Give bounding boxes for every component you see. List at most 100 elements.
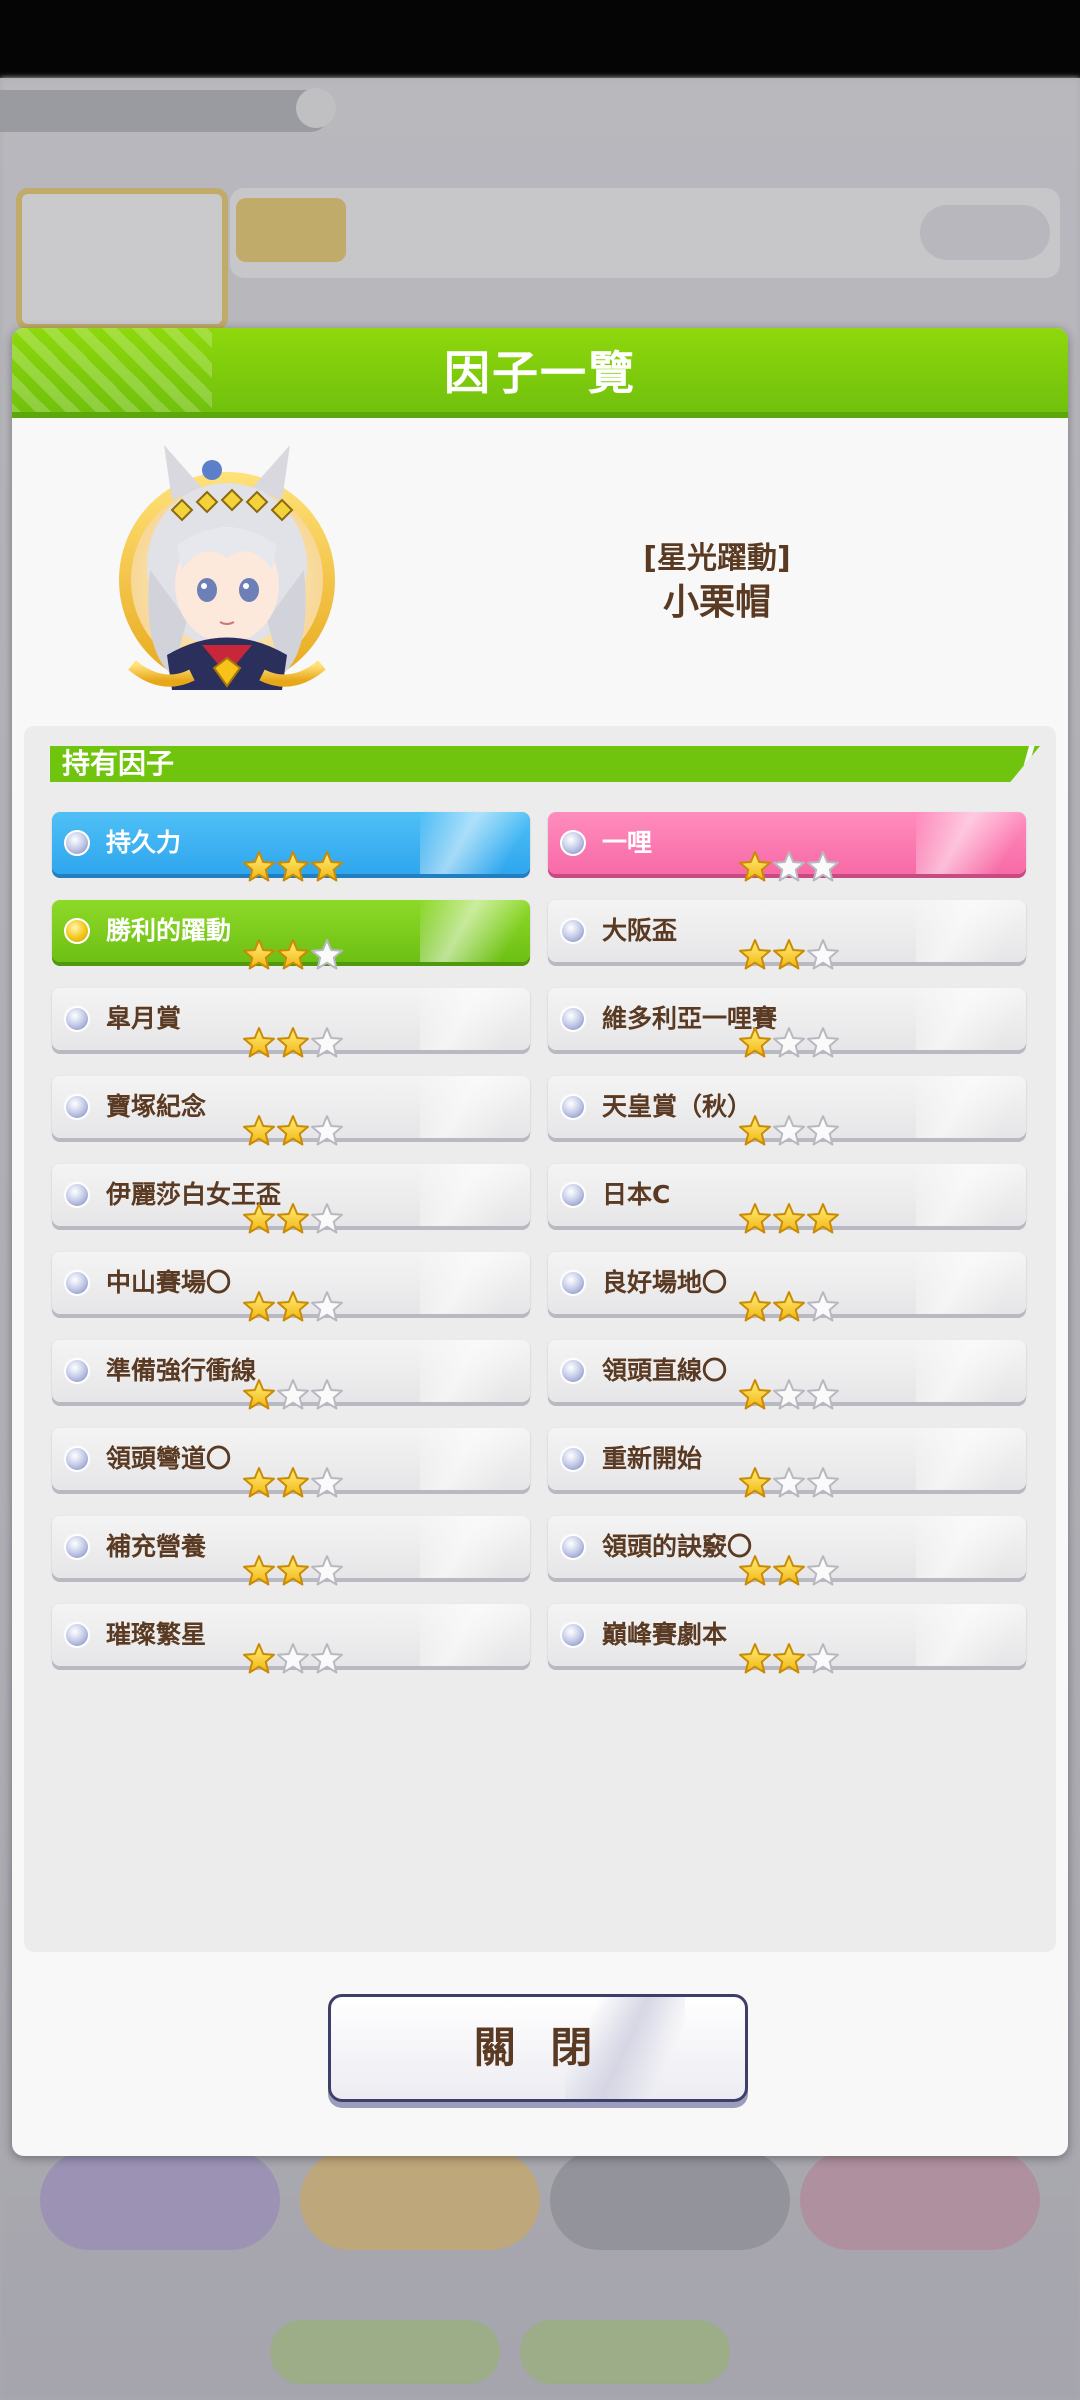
factor-label: 皐月賞 (106, 1004, 182, 1033)
factor-card[interactable]: 皐月賞 (52, 988, 530, 1058)
card-shine (420, 900, 530, 962)
star-filled-icon (738, 850, 772, 884)
character-name: 小栗帽 (662, 582, 771, 623)
star-empty-icon (772, 1466, 806, 1500)
star-filled-icon (242, 1114, 276, 1148)
factor-card[interactable]: 璀璨繁星 (52, 1604, 530, 1674)
close-button-label: 關 閉 (473, 2023, 603, 2072)
star-filled-icon (738, 1290, 772, 1324)
star-filled-icon (276, 1026, 310, 1060)
factor-list-dialog: 因子一覽 [星光躍動] 小栗帽 持有因子 持久力 一哩 勝利的躍動 大阪盃 皐月… (12, 328, 1068, 2156)
factor-card[interactable]: 準備強行衝線 (52, 1340, 530, 1410)
factor-card[interactable]: 中山賽場〇 (52, 1252, 530, 1322)
factor-card[interactable]: 補充營養 (52, 1516, 530, 1586)
star-filled-icon (242, 1378, 276, 1412)
star-filled-icon (276, 1466, 310, 1500)
star-filled-icon (310, 850, 344, 884)
factor-label: 勝利的躍動 (106, 916, 232, 945)
star-empty-icon (772, 1026, 806, 1060)
factor-dot-icon (64, 1622, 90, 1648)
star-empty-icon (806, 1026, 840, 1060)
star-empty-icon (310, 1378, 344, 1412)
star-empty-icon (310, 1466, 344, 1500)
star-rating (242, 1026, 344, 1060)
star-filled-icon (242, 1554, 276, 1588)
star-rating (738, 1026, 840, 1060)
factor-label: 巔峰賽劇本 (602, 1620, 728, 1649)
star-rating (242, 1466, 344, 1500)
star-rating (242, 1114, 344, 1148)
factor-dot-icon (560, 830, 586, 856)
factor-label: 天皇賞（秋） (602, 1092, 753, 1121)
card-shine (420, 1428, 530, 1490)
star-empty-icon (772, 850, 806, 884)
factor-label: 準備強行衝線 (106, 1356, 257, 1385)
factor-label: 大阪盃 (602, 916, 678, 945)
star-filled-icon (242, 1026, 276, 1060)
factor-card[interactable]: 領頭的訣竅〇 (548, 1516, 1026, 1586)
factor-label: 寶塚紀念 (106, 1092, 207, 1121)
close-button[interactable]: 關 閉 (328, 1994, 748, 2102)
star-filled-icon (242, 1290, 276, 1324)
card-shine (916, 1076, 1026, 1138)
star-empty-icon (806, 1114, 840, 1148)
factor-dot-icon (64, 1006, 90, 1032)
card-shine (916, 1340, 1026, 1402)
factor-label: 良好場地〇 (602, 1268, 728, 1297)
status-bar (0, 0, 1080, 78)
star-empty-icon (310, 1290, 344, 1324)
factor-dot-icon (560, 1622, 586, 1648)
factor-label: 一哩 (602, 828, 653, 857)
factor-card[interactable]: 良好場地〇 (548, 1252, 1026, 1322)
star-empty-icon (806, 1378, 840, 1412)
star-rating (242, 1554, 344, 1588)
factor-card[interactable]: 日本C (548, 1164, 1026, 1234)
card-shine (420, 812, 530, 874)
star-filled-icon (738, 1642, 772, 1676)
factor-dot-icon (560, 1534, 586, 1560)
star-rating (242, 850, 344, 884)
star-filled-icon (242, 938, 276, 972)
factor-card[interactable]: 天皇賞（秋） (548, 1076, 1026, 1146)
card-shine (420, 988, 530, 1050)
star-filled-icon (242, 1642, 276, 1676)
factor-card[interactable]: 領頭彎道〇 (52, 1428, 530, 1498)
factor-card[interactable]: 重新開始 (548, 1428, 1026, 1498)
factor-card[interactable]: 一哩 (548, 812, 1026, 882)
star-filled-icon (772, 1290, 806, 1324)
card-shine (916, 900, 1026, 962)
factor-card[interactable]: 維多利亞一哩賽 (548, 988, 1026, 1058)
star-rating (242, 1202, 344, 1236)
card-shine (420, 1164, 530, 1226)
factor-card[interactable]: 寶塚紀念 (52, 1076, 530, 1146)
factor-card[interactable]: 領頭直線〇 (548, 1340, 1026, 1410)
star-filled-icon (772, 1642, 806, 1676)
factor-card[interactable]: 巔峰賽劇本 (548, 1604, 1026, 1674)
star-filled-icon (738, 1114, 772, 1148)
star-empty-icon (310, 1114, 344, 1148)
star-filled-icon (738, 1466, 772, 1500)
dialog-title: 因子一覽 (444, 346, 636, 400)
star-empty-icon (806, 1466, 840, 1500)
factor-card[interactable]: 持久力 (52, 812, 530, 882)
star-empty-icon (806, 1290, 840, 1324)
card-shine (916, 1252, 1026, 1314)
star-rating (738, 850, 840, 884)
star-filled-icon (738, 1554, 772, 1588)
star-rating (738, 1378, 840, 1412)
factor-dot-icon (64, 1270, 90, 1296)
factor-card[interactable]: 伊麗莎白女王盃 (52, 1164, 530, 1234)
card-shine (916, 988, 1026, 1050)
star-empty-icon (772, 1378, 806, 1412)
factor-dot-icon (64, 1094, 90, 1120)
factor-card[interactable]: 勝利的躍動 (52, 900, 530, 970)
star-rating (738, 1466, 840, 1500)
star-filled-icon (772, 938, 806, 972)
character-avatar (119, 445, 335, 690)
star-empty-icon (310, 1202, 344, 1236)
star-empty-icon (310, 1642, 344, 1676)
factor-label: 領頭的訣竅〇 (602, 1532, 753, 1561)
star-filled-icon (806, 1202, 840, 1236)
factor-dot-icon (64, 1358, 90, 1384)
factor-card[interactable]: 大阪盃 (548, 900, 1026, 970)
